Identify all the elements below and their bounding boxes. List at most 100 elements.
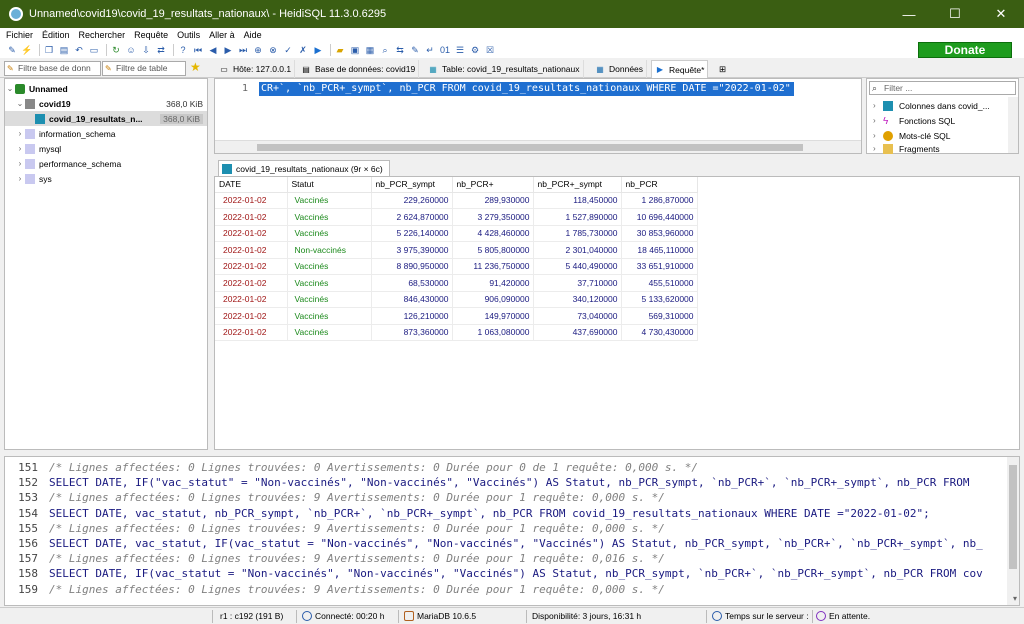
table-cell[interactable]: 2022-01-02 [215, 324, 288, 341]
table-cell[interactable]: 569,310000 [621, 307, 698, 325]
table-cell[interactable]: 2022-01-02 [215, 291, 288, 308]
table-cell[interactable]: 149,970000 [452, 307, 534, 325]
table-row[interactable]: 2022-01-02 Vaccinés 5 226,140000 4 428,4600… [215, 225, 698, 242]
table-cell[interactable]: Non-vaccinés [287, 241, 372, 259]
log-line[interactable]: 159 /* Lignes affectées: 0 Lignes trouvée… [5, 582, 1019, 597]
table-row[interactable]: 2022-01-02 Vaccinés 873,360000 1 063,080000… [215, 324, 698, 341]
user-manager-icon[interactable]: ☺ [125, 44, 137, 56]
database-filter-input[interactable]: ✎ Filtre base de donn [4, 61, 101, 76]
tree-database-item[interactable]: › information_schema [5, 126, 207, 141]
connect-icon[interactable]: ✎ [6, 44, 18, 56]
log-line[interactable]: 156 SELECT DATE, vac_statut, IF(vac_statu… [5, 536, 1019, 551]
table-filter-input[interactable]: ✎ Filtre de table [102, 61, 186, 76]
table-cell[interactable]: 18 465,110000 [621, 241, 698, 259]
table-cell[interactable]: 5 226,140000 [371, 225, 453, 242]
collapse-arrow-icon[interactable]: › [15, 174, 25, 183]
table-cell[interactable]: 33 651,910000 [621, 258, 698, 275]
helper-item-functions[interactable]: › ϟ Fonctions SQL [873, 113, 955, 128]
table-cell[interactable]: 2 301,040000 [533, 241, 622, 259]
log-line[interactable]: 155 /* Lignes affectées: 0 Lignes trouvée… [5, 521, 1019, 536]
table-cell[interactable]: 2022-01-02 [215, 241, 288, 259]
table-cell[interactable]: 10 696,440000 [621, 208, 698, 226]
refresh-icon[interactable]: ↻ [110, 44, 122, 56]
expand-arrow-icon[interactable]: › [873, 144, 883, 153]
column-header[interactable]: DATE [215, 177, 288, 193]
scroll-down-icon[interactable]: ▾ [1013, 594, 1017, 603]
log-line[interactable]: 158 SELECT DATE, IF(vac_statut = "Non-vac… [5, 566, 1019, 581]
table-cell[interactable]: 2 624,870000 [371, 208, 453, 226]
table-row[interactable]: 2022-01-02 Non-vaccinés 3 975,390000 5 805,… [215, 241, 698, 259]
table-cell[interactable]: Vaccinés [287, 274, 372, 292]
post-icon[interactable]: ✓ [282, 44, 294, 56]
table-cell[interactable]: 11 236,750000 [452, 258, 534, 275]
print-icon[interactable]: ▭ [88, 44, 100, 56]
table-cell[interactable]: 91,420000 [452, 274, 534, 292]
table-row[interactable]: 2022-01-02 Vaccinés 126,210000 149,970000 73… [215, 307, 698, 325]
delete-row-icon[interactable]: ⊗ [267, 44, 279, 56]
table-cell[interactable]: 846,430000 [371, 291, 453, 308]
expand-arrow-icon[interactable]: › [873, 131, 883, 140]
table-cell[interactable]: 73,040000 [533, 307, 622, 325]
collapse-arrow-icon[interactable]: › [15, 144, 25, 153]
editor-horizontal-scrollbar[interactable] [215, 140, 861, 153]
table-cell[interactable]: 30 853,960000 [621, 225, 698, 242]
tree-database-item[interactable]: › performance_schema [5, 156, 207, 171]
tree-database-item[interactable]: › mysql [5, 141, 207, 156]
log-line[interactable]: 154 SELECT DATE, vac_statut, nb_PCR_sympt… [5, 506, 1019, 521]
table-cell[interactable]: 906,090000 [452, 291, 534, 308]
undo-icon[interactable]: ↶ [73, 44, 85, 56]
editor-selected-code[interactable]: CR+`, `nb_PCR+_sympt`, nb_PCR FROM covid… [259, 82, 794, 96]
cancel-icon[interactable]: ✗ [297, 44, 309, 56]
table-cell[interactable]: 3 279,350000 [452, 208, 534, 226]
table-row[interactable]: 2022-01-02 Vaccinés 2 624,870000 3 279,3500… [215, 208, 698, 226]
helpers-filter-input[interactable]: ⌕ Filter ... [869, 81, 1016, 95]
table-cell[interactable]: 2022-01-02 [215, 208, 288, 226]
table-cell[interactable]: 1 286,870000 [621, 192, 698, 209]
helper-item-keywords[interactable]: › Mots-clé SQL [873, 128, 951, 143]
table-cell[interactable]: 68,530000 [371, 274, 453, 292]
table-cell[interactable]: 2022-01-02 [215, 307, 288, 325]
expand-arrow-icon[interactable]: › [873, 116, 883, 125]
table-cell[interactable]: 873,360000 [371, 324, 453, 341]
new-query-tab-icon[interactable]: ⊞ [716, 60, 729, 78]
replace-icon[interactable]: ⇆ [394, 44, 406, 56]
donate-button[interactable]: Donate [918, 42, 1012, 58]
scrollbar-thumb[interactable] [1009, 465, 1017, 569]
table-cell[interactable]: 126,210000 [371, 307, 453, 325]
tree-table[interactable]: covid_19_resultats_n... 368,0 KiB [5, 111, 207, 126]
table-cell[interactable]: 1 063,080000 [452, 324, 534, 341]
table-cell[interactable]: 2022-01-02 [215, 192, 288, 209]
table-cell[interactable]: 2022-01-02 [215, 274, 288, 292]
favorite-star-icon[interactable]: ★ [190, 60, 201, 74]
tree-database[interactable]: ⌄ covid19 368,0 KiB [5, 96, 207, 111]
helpers-scrollbar[interactable] [1008, 97, 1018, 153]
table-cell[interactable]: 1 785,730000 [533, 225, 622, 242]
column-header[interactable]: nb_PCR+_sympt [533, 177, 622, 193]
table-cell[interactable]: 118,450000 [533, 192, 622, 209]
menu-aide[interactable]: Aide [244, 30, 262, 40]
format-icon[interactable]: ✎ [409, 44, 421, 56]
run-icon[interactable]: ▶ [312, 44, 324, 56]
table-cell[interactable]: 3 975,390000 [371, 241, 453, 259]
paste-icon[interactable]: ▤ [58, 44, 70, 56]
table-cell[interactable]: Vaccinés [287, 225, 372, 242]
table-cell[interactable]: 5 440,490000 [533, 258, 622, 275]
table-row[interactable]: 2022-01-02 Vaccinés 846,430000 906,090000 34… [215, 291, 698, 308]
next-icon[interactable]: ▶ [222, 44, 234, 56]
expand-arrow-icon[interactable]: ⌄ [5, 84, 15, 93]
export-icon[interactable]: ⇄ [155, 44, 167, 56]
save-icon[interactable]: ▣ [349, 44, 361, 56]
menu-rechercher[interactable]: Rechercher [79, 30, 126, 40]
find-icon[interactable]: ⌕ [379, 44, 391, 56]
table-cell[interactable]: 437,690000 [533, 324, 622, 341]
column-header[interactable]: Statut [287, 177, 372, 193]
table-cell[interactable]: 5 133,620000 [621, 291, 698, 308]
expand-arrow-icon[interactable]: › [873, 101, 883, 110]
result-tab[interactable]: covid_19_resultats_nationaux (9r × 6c) [218, 160, 390, 176]
table-cell[interactable]: Vaccinés [287, 324, 372, 341]
expand-arrow-icon[interactable]: ⌄ [15, 99, 25, 108]
previous-icon[interactable]: ◀ [207, 44, 219, 56]
last-icon[interactable]: ⏭ [237, 44, 249, 56]
menu-edition[interactable]: Édition [42, 30, 70, 40]
table-cell[interactable]: 289,930000 [452, 192, 534, 209]
